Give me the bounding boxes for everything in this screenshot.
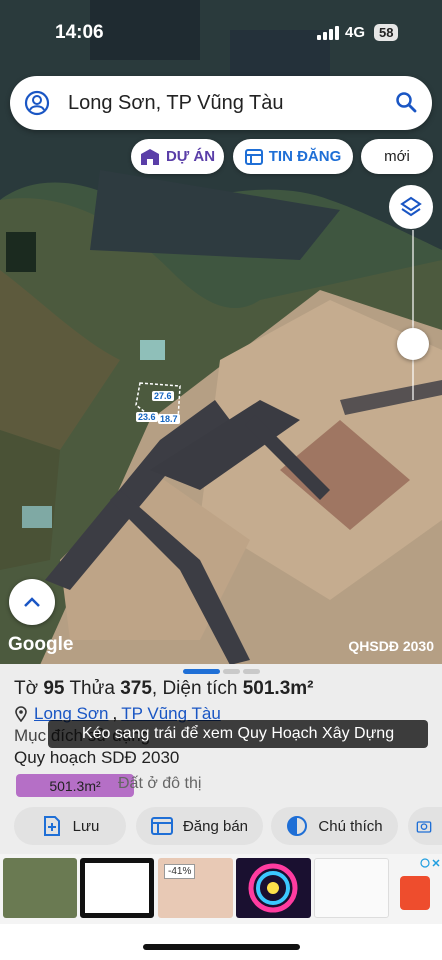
parcel-title: Tờ 95 Thửa 375, Diện tích 501.3m² [14, 678, 314, 699]
tin-dang-label: TIN ĐĂNG [268, 148, 342, 165]
legend-button[interactable]: Chú thích [271, 807, 398, 845]
page-indicator [223, 669, 240, 674]
parcel-info-sheet[interactable]: Tờ 95 Thửa 375, Diện tích 501.3m² Long S… [0, 664, 442, 854]
layer-name-label: QHSDĐ 2030 [348, 638, 434, 654]
ad-image-screen[interactable] [80, 858, 154, 918]
layers-button[interactable] [389, 185, 433, 229]
account-icon[interactable] [24, 90, 50, 116]
close-icon[interactable] [431, 858, 441, 868]
plot-dimension-label: 27.6 [152, 391, 174, 401]
home-indicator[interactable] [143, 944, 300, 950]
camera-icon [416, 821, 432, 833]
home-indicator-area [0, 924, 442, 960]
ad-discount-badge: -41% [164, 864, 196, 879]
ad-info-icon[interactable] [420, 858, 430, 868]
network-type: 4G [345, 24, 366, 41]
add-file-icon [43, 816, 60, 836]
status-bar: 14:06 4G 58 [0, 20, 442, 48]
legend-label: Chú thích [318, 817, 383, 835]
ad-image-keyboard[interactable] [314, 858, 389, 918]
save-button[interactable]: Lưu [14, 807, 126, 845]
page-indicator [243, 669, 260, 674]
ad-image-fan[interactable] [236, 858, 311, 918]
listing-icon [150, 817, 173, 835]
tin-dang-chip[interactable]: TIN ĐĂNG [233, 139, 353, 174]
plot-dimension-label: 18.7 [158, 414, 180, 424]
moi-label: mới [384, 148, 410, 165]
planning-label: Quy hoạch SDĐ 2030 [14, 748, 180, 767]
ad-banner[interactable]: -41% [0, 854, 442, 924]
ad-image-product[interactable]: -41% [158, 858, 233, 918]
search-text[interactable]: Long Sơn, TP Vũng Tàu [68, 92, 284, 115]
listing-icon [244, 148, 263, 165]
camera-button[interactable] [408, 807, 442, 845]
building-icon [140, 148, 159, 165]
du-an-chip[interactable]: DỰ ÁN [131, 139, 224, 174]
ad-image-house[interactable] [3, 858, 77, 918]
save-label: Lưu [72, 817, 100, 835]
moi-chip[interactable]: mới [361, 139, 433, 174]
area-badge: 501.3m² [16, 774, 134, 797]
battery-level: 58 [374, 24, 399, 41]
sell-label: Đăng bán [182, 817, 249, 835]
opacity-slider-knob[interactable] [397, 328, 429, 360]
land-type: Đất ở đô thị [118, 775, 202, 792]
du-an-label: DỰ ÁN [165, 148, 216, 165]
signal-icon [317, 26, 339, 40]
status-time: 14:06 [55, 22, 104, 43]
rgb-fan-icon [248, 863, 298, 913]
page-indicator-active [183, 669, 220, 674]
search-icon[interactable] [394, 90, 418, 114]
swipe-hint-toast: Kéo sang trái để xem Quy Hoạch Xây Dựng [48, 720, 428, 748]
shopee-logo-icon[interactable] [400, 876, 430, 910]
contrast-icon [287, 816, 308, 836]
plot-dimension-label: 23.6 [136, 412, 158, 422]
chevron-up-icon [24, 597, 40, 607]
location-pin-icon [15, 706, 27, 722]
opacity-slider-track[interactable] [412, 230, 414, 400]
search-bar[interactable]: Long Sơn, TP Vũng Tàu [10, 76, 432, 130]
expand-sheet-button[interactable] [9, 579, 55, 625]
sell-button[interactable]: Đăng bán [136, 807, 263, 845]
layers-icon [400, 196, 422, 217]
google-logo: Google [8, 634, 74, 655]
